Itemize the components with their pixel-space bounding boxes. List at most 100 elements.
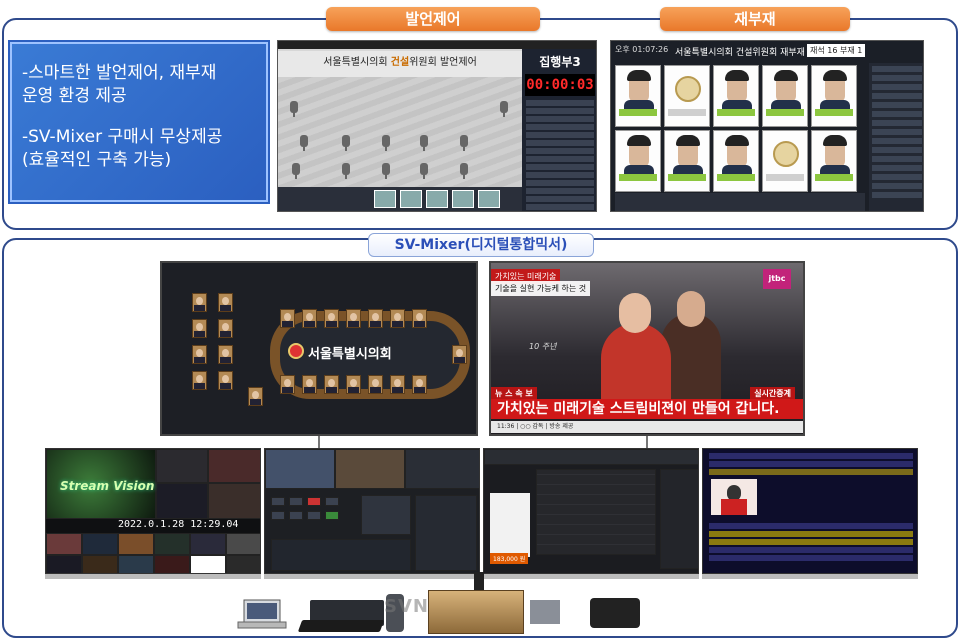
feature-line-2: 운영 환경 제공 [22,86,127,106]
seat[interactable] [248,387,263,406]
broadcast-side-text: 10 주년 [529,342,557,351]
seat[interactable] [192,371,207,390]
mic-icon[interactable] [300,135,308,151]
price-lower-third: 183,000 원 [490,553,529,564]
council-emblem-icon [288,343,304,359]
switcher-button[interactable] [325,497,339,506]
mic-icon[interactable] [460,163,468,179]
seat[interactable] [192,293,207,312]
presence-footer [615,193,865,211]
seat[interactable] [324,375,339,394]
seat[interactable] [368,309,383,328]
mic-icon[interactable] [420,163,428,179]
mic-icon[interactable] [290,101,298,117]
network-switch-device [530,600,560,624]
keyboard-device [297,620,385,632]
seat[interactable] [218,293,233,312]
mic-icon[interactable] [500,101,508,117]
video-thumb[interactable] [374,190,396,208]
council-floor-screen: 서울특별시의회 [160,261,478,436]
feature-line-3: -SV-Mixer 구매시 무상제공 [22,127,223,147]
presence-time: 오후 01:07:26 [615,45,669,54]
switcher-button[interactable] [271,511,285,520]
seat[interactable] [346,309,361,328]
title-suffix: 위원회 발언제어 [409,57,477,68]
mic-icon[interactable] [420,135,428,151]
member-card[interactable] [811,65,857,127]
seat[interactable] [218,345,233,364]
mic-icon[interactable] [342,135,350,151]
mic-icon[interactable] [292,163,300,179]
feature-box: -스마트한 발언제어, 재부재 운영 환경 제공 -SV-Mixer 구매시 무… [10,42,268,202]
monitor-stand [264,574,480,579]
speech-bottom-bar [278,187,522,211]
member-card[interactable] [664,130,710,192]
tablet-device [590,598,640,628]
presence-header: 오후 01:07:26 서울특별시의회 건설위원회 재부재 재석 16 부재 1 [611,41,923,63]
switcher-button[interactable] [307,497,321,506]
video-thumb[interactable] [478,190,500,208]
mic-icon[interactable] [382,135,390,151]
video-thumb[interactable] [452,190,474,208]
seat[interactable] [280,375,295,394]
broadcast-preview: 가치있는 미래기술 기술을 실현 가능케 하는 것 jtbc 10 주년 뉴 스… [489,261,805,436]
speech-timer: 00:00:03 [525,74,595,96]
subtitle-photo [711,479,757,515]
seat[interactable] [192,345,207,364]
seat[interactable] [412,375,427,394]
seat[interactable] [368,375,383,394]
member-card[interactable] [811,130,857,192]
seat[interactable] [324,309,339,328]
speech-topbar [278,41,596,49]
seat[interactable] [302,375,317,394]
title-prefix: 서울특별시의회 [323,57,388,68]
video-thumb[interactable] [400,190,422,208]
mixer-stand [474,572,484,592]
seat[interactable] [280,309,295,328]
monitor-graphics: 183,000 원 [483,448,699,574]
member-card[interactable] [615,65,661,127]
sv-mixer-device [428,590,524,634]
watermark: SVN [384,596,429,617]
council-label: 서울특별시의회 [308,347,392,362]
speech-control-tag: 발언제어 [326,7,540,31]
switcher-button[interactable] [289,497,303,506]
seat[interactable] [412,309,427,328]
feature-line-4: (효율적인 구축 가능) [22,150,172,170]
broadcast-ticker: 11:36 | ○○ 감독 | 방송 제공 [491,421,803,433]
switcher-button[interactable] [271,497,285,506]
cable [318,436,320,448]
seat[interactable] [390,375,405,394]
member-card[interactable] [762,65,808,127]
seat[interactable] [218,371,233,390]
monitor-stand [45,574,261,579]
broadcast-headline: 가치있는 미래기술 스트림비젼이 만들어 갑니다. [491,399,803,419]
speech-floor-map [278,77,522,187]
seat[interactable] [218,319,233,338]
seat[interactable] [346,375,361,394]
sv-mixer-tag: SV-Mixer(디지털통합믹서) [368,233,594,257]
switcher-button[interactable] [289,511,303,520]
member-card[interactable] [615,130,661,192]
member-card[interactable] [713,130,759,192]
speaker-list [522,100,596,210]
title-highlight: 건설 [390,57,410,68]
mic-icon[interactable] [460,135,468,151]
member-card-empty[interactable] [762,130,808,192]
seat[interactable] [192,319,207,338]
switcher-button[interactable] [307,511,321,520]
mic-icon[interactable] [382,163,390,179]
seat[interactable] [452,345,467,364]
video-thumb[interactable] [426,190,448,208]
seat[interactable] [302,309,317,328]
member-card[interactable] [713,65,759,127]
monitor-stand [483,574,699,579]
member-card-empty[interactable] [664,65,710,127]
seat[interactable] [390,309,405,328]
monitor-switcher [264,448,480,574]
present-counter: 재석 16 부재 1 [807,44,866,57]
speech-control-screen: 서울특별시의회 건설위원회 발언제어 집행부3 00:00:03 [277,40,597,212]
mic-icon[interactable] [342,163,350,179]
switcher-button[interactable] [325,511,339,520]
member-grid [615,65,865,192]
